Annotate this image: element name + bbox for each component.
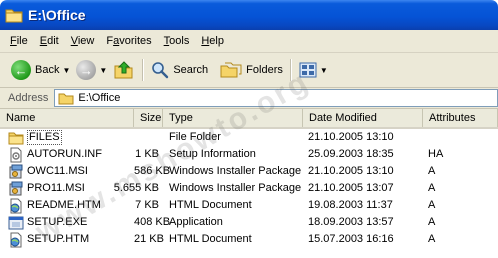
list-item[interactable]: AUTORUN.INF 1 KB Setup Information 25.09…	[0, 146, 498, 163]
installer-package-icon	[9, 164, 23, 178]
menu-tools[interactable]: Tools	[158, 35, 196, 47]
file-attributes: A	[428, 233, 436, 245]
menu-help[interactable]: Help	[195, 35, 230, 47]
file-attributes: A	[428, 199, 436, 211]
file-name: AUTORUN.INF	[27, 148, 102, 160]
menu-file[interactable]: File	[4, 35, 34, 47]
column-size[interactable]: Size	[134, 109, 163, 127]
file-attributes: HA	[428, 148, 444, 160]
address-label: Address	[8, 92, 49, 104]
menu-view[interactable]: View	[65, 35, 101, 47]
file-date: 19.08.2003 11:37	[308, 199, 393, 211]
list-item[interactable]: SETUP.HTM 21 KB HTML Document 15.07.2003…	[0, 231, 498, 248]
folder-up-icon	[114, 61, 133, 79]
file-type: HTML Document	[169, 233, 252, 245]
folder-icon	[5, 9, 23, 23]
address-value: E:\Office	[78, 92, 121, 104]
folders-label: Folders	[246, 64, 283, 76]
search-label: Search	[173, 64, 209, 76]
file-type: HTML Document	[169, 199, 252, 211]
back-label: Back	[35, 64, 60, 76]
file-attributes: A	[428, 182, 436, 194]
menu-edit[interactable]: Edit	[34, 35, 65, 47]
folder-icon	[8, 132, 24, 144]
up-button[interactable]	[110, 57, 138, 83]
forward-dropdown-icon[interactable]: ▼	[99, 66, 107, 75]
file-date: 18.09.2003 13:57	[308, 216, 394, 228]
file-date: 21.10.2005 13:10	[308, 165, 394, 177]
back-arrow-icon: ←	[11, 60, 31, 80]
folders-icon	[220, 62, 242, 78]
installer-package-icon	[9, 181, 23, 195]
column-attributes[interactable]: Attributes	[423, 109, 498, 127]
file-size: 7 KB	[135, 199, 159, 211]
html-document-icon	[10, 198, 22, 213]
list-item[interactable]: OWC11.MSI 586 KB Windows Installer Packa…	[0, 163, 498, 180]
file-date: 15.07.2003 16:16	[308, 233, 394, 245]
file-date: 25.09.2003 18:35	[308, 148, 394, 160]
back-dropdown-icon[interactable]: ▼	[62, 66, 70, 75]
menu-favorites[interactable]: Favorites	[100, 35, 157, 47]
column-name[interactable]: Name	[0, 109, 134, 127]
search-icon	[152, 62, 169, 79]
window-title: E:\Office	[28, 7, 86, 23]
file-attributes: A	[428, 216, 436, 228]
toolbar: ← Back ▼ → ▼ Search Folders ▼	[0, 53, 498, 88]
file-name: OWC11.MSI	[27, 165, 88, 177]
html-document-icon	[10, 232, 22, 247]
file-date: 21.10.2005 13:07	[308, 182, 394, 194]
forward-arrow-icon: →	[76, 60, 97, 80]
file-attributes: A	[428, 165, 436, 177]
application-icon	[8, 216, 24, 229]
file-type: Windows Installer Package	[169, 182, 302, 194]
menu-bar: File Edit View Favorites Tools Help	[0, 30, 498, 53]
file-name: FILES	[27, 130, 62, 145]
search-button[interactable]: Search	[148, 57, 211, 83]
forward-button[interactable]: → ▼	[73, 57, 110, 83]
file-date: 21.10.2005 13:10	[308, 131, 394, 143]
file-size	[134, 129, 159, 146]
back-button[interactable]: ← Back ▼	[8, 57, 73, 83]
file-size: 21 KB	[134, 233, 164, 245]
toolbar-separator	[142, 59, 145, 81]
setup-info-icon	[10, 147, 22, 162]
folder-icon	[58, 93, 74, 104]
column-date-modified[interactable]: Date Modified	[303, 109, 423, 127]
file-type: Application	[169, 216, 223, 228]
file-size: 408 KB	[134, 216, 171, 228]
